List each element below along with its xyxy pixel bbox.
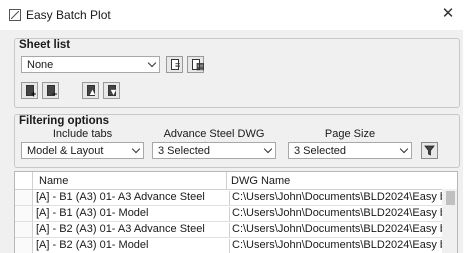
filter-button[interactable] bbox=[421, 142, 438, 159]
close-button[interactable]: ✕ bbox=[438, 5, 458, 23]
page-size-value: 3 Selected bbox=[294, 145, 346, 157]
filtering-options-title: Filtering options bbox=[19, 115, 110, 127]
sheet-list-group bbox=[14, 38, 460, 108]
filter-icon bbox=[424, 145, 435, 156]
column-header-name[interactable]: Name bbox=[39, 175, 68, 187]
sheet-list-title: Sheet list bbox=[19, 39, 71, 51]
table-row[interactable]: [A] - B1 (A3) 01- A3 Advance Steel C:\Us… bbox=[15, 190, 457, 206]
row-name-cell: [A] - B1 (A3) 01- A3 Advance Steel bbox=[36, 191, 205, 203]
row-name-cell: [A] - B1 (A3) 01- Model bbox=[36, 207, 149, 219]
add-sheet-button[interactable]: + bbox=[21, 82, 38, 99]
table-header: Name DWG Name bbox=[15, 172, 457, 190]
save-list-button[interactable]: ▤ bbox=[187, 56, 205, 73]
table-row[interactable]: [A] - B2 (A3) 01- Model C:\Users\John\Do… bbox=[15, 238, 457, 253]
scrollbar-thumb[interactable] bbox=[446, 191, 455, 205]
chevron-down-icon bbox=[399, 144, 409, 154]
title-bar: Easy Batch Plot ✕ bbox=[0, 0, 463, 30]
background-canvas bbox=[463, 0, 474, 253]
sheet-list-selected: None bbox=[27, 59, 54, 71]
row-dwg-cell: C:\Users\John\Documents\BLD2024\Easy bat… bbox=[229, 191, 457, 205]
row-dwg-cell: C:\Users\John\Documents\BLD2024\Easy bat… bbox=[229, 239, 457, 253]
chevron-down-icon bbox=[147, 58, 157, 68]
easy-batch-plot-window: Easy Batch Plot ✕ Sheet list None ≡ ▤ + … bbox=[0, 0, 464, 253]
column-header-dwg-name[interactable]: DWG Name bbox=[231, 175, 290, 187]
remove-sheet-button[interactable]: − bbox=[42, 82, 59, 99]
window-title: Easy Batch Plot bbox=[26, 8, 111, 22]
sheets-table: Name DWG Name [A] - B1 (A3) 01- A3 Advan… bbox=[14, 171, 458, 253]
table-scrollbar[interactable] bbox=[442, 189, 457, 253]
page-size-label: Page Size bbox=[324, 128, 376, 140]
chevron-down-icon bbox=[263, 144, 273, 154]
chevron-down-icon bbox=[131, 144, 141, 154]
page-size-dropdown[interactable]: 3 Selected bbox=[288, 142, 412, 159]
sheet-list-dropdown[interactable]: None bbox=[21, 56, 160, 73]
include-tabs-dropdown[interactable]: Model & Layout bbox=[21, 142, 144, 159]
load-list-button[interactable]: ≡ bbox=[166, 56, 183, 73]
row-dwg-cell: C:\Users\John\Documents\BLD2024\Easy bat… bbox=[229, 223, 457, 237]
include-tabs-label: Include tabs bbox=[52, 128, 113, 140]
row-dwg-cell: C:\Users\John\Documents\BLD2024\Easy bat… bbox=[229, 207, 457, 221]
table-row[interactable]: [A] - B2 (A3) 01- A3 Advance Steel C:\Us… bbox=[15, 222, 457, 238]
row-name-cell: [A] - B2 (A3) 01- A3 Advance Steel bbox=[36, 223, 205, 235]
dwg-type-dropdown[interactable]: 3 Selected bbox=[152, 142, 276, 159]
row-header-corner bbox=[15, 172, 33, 189]
move-down-button[interactable]: ▼ bbox=[103, 82, 120, 99]
move-up-button[interactable]: ▲ bbox=[82, 82, 99, 99]
row-name-cell: [A] - B2 (A3) 01- Model bbox=[36, 239, 149, 251]
app-icon bbox=[9, 9, 21, 21]
dwg-type-value: 3 Selected bbox=[158, 145, 210, 157]
include-tabs-value: Model & Layout bbox=[27, 145, 104, 157]
table-row[interactable]: [A] - B1 (A3) 01- Model C:\Users\John\Do… bbox=[15, 206, 457, 222]
